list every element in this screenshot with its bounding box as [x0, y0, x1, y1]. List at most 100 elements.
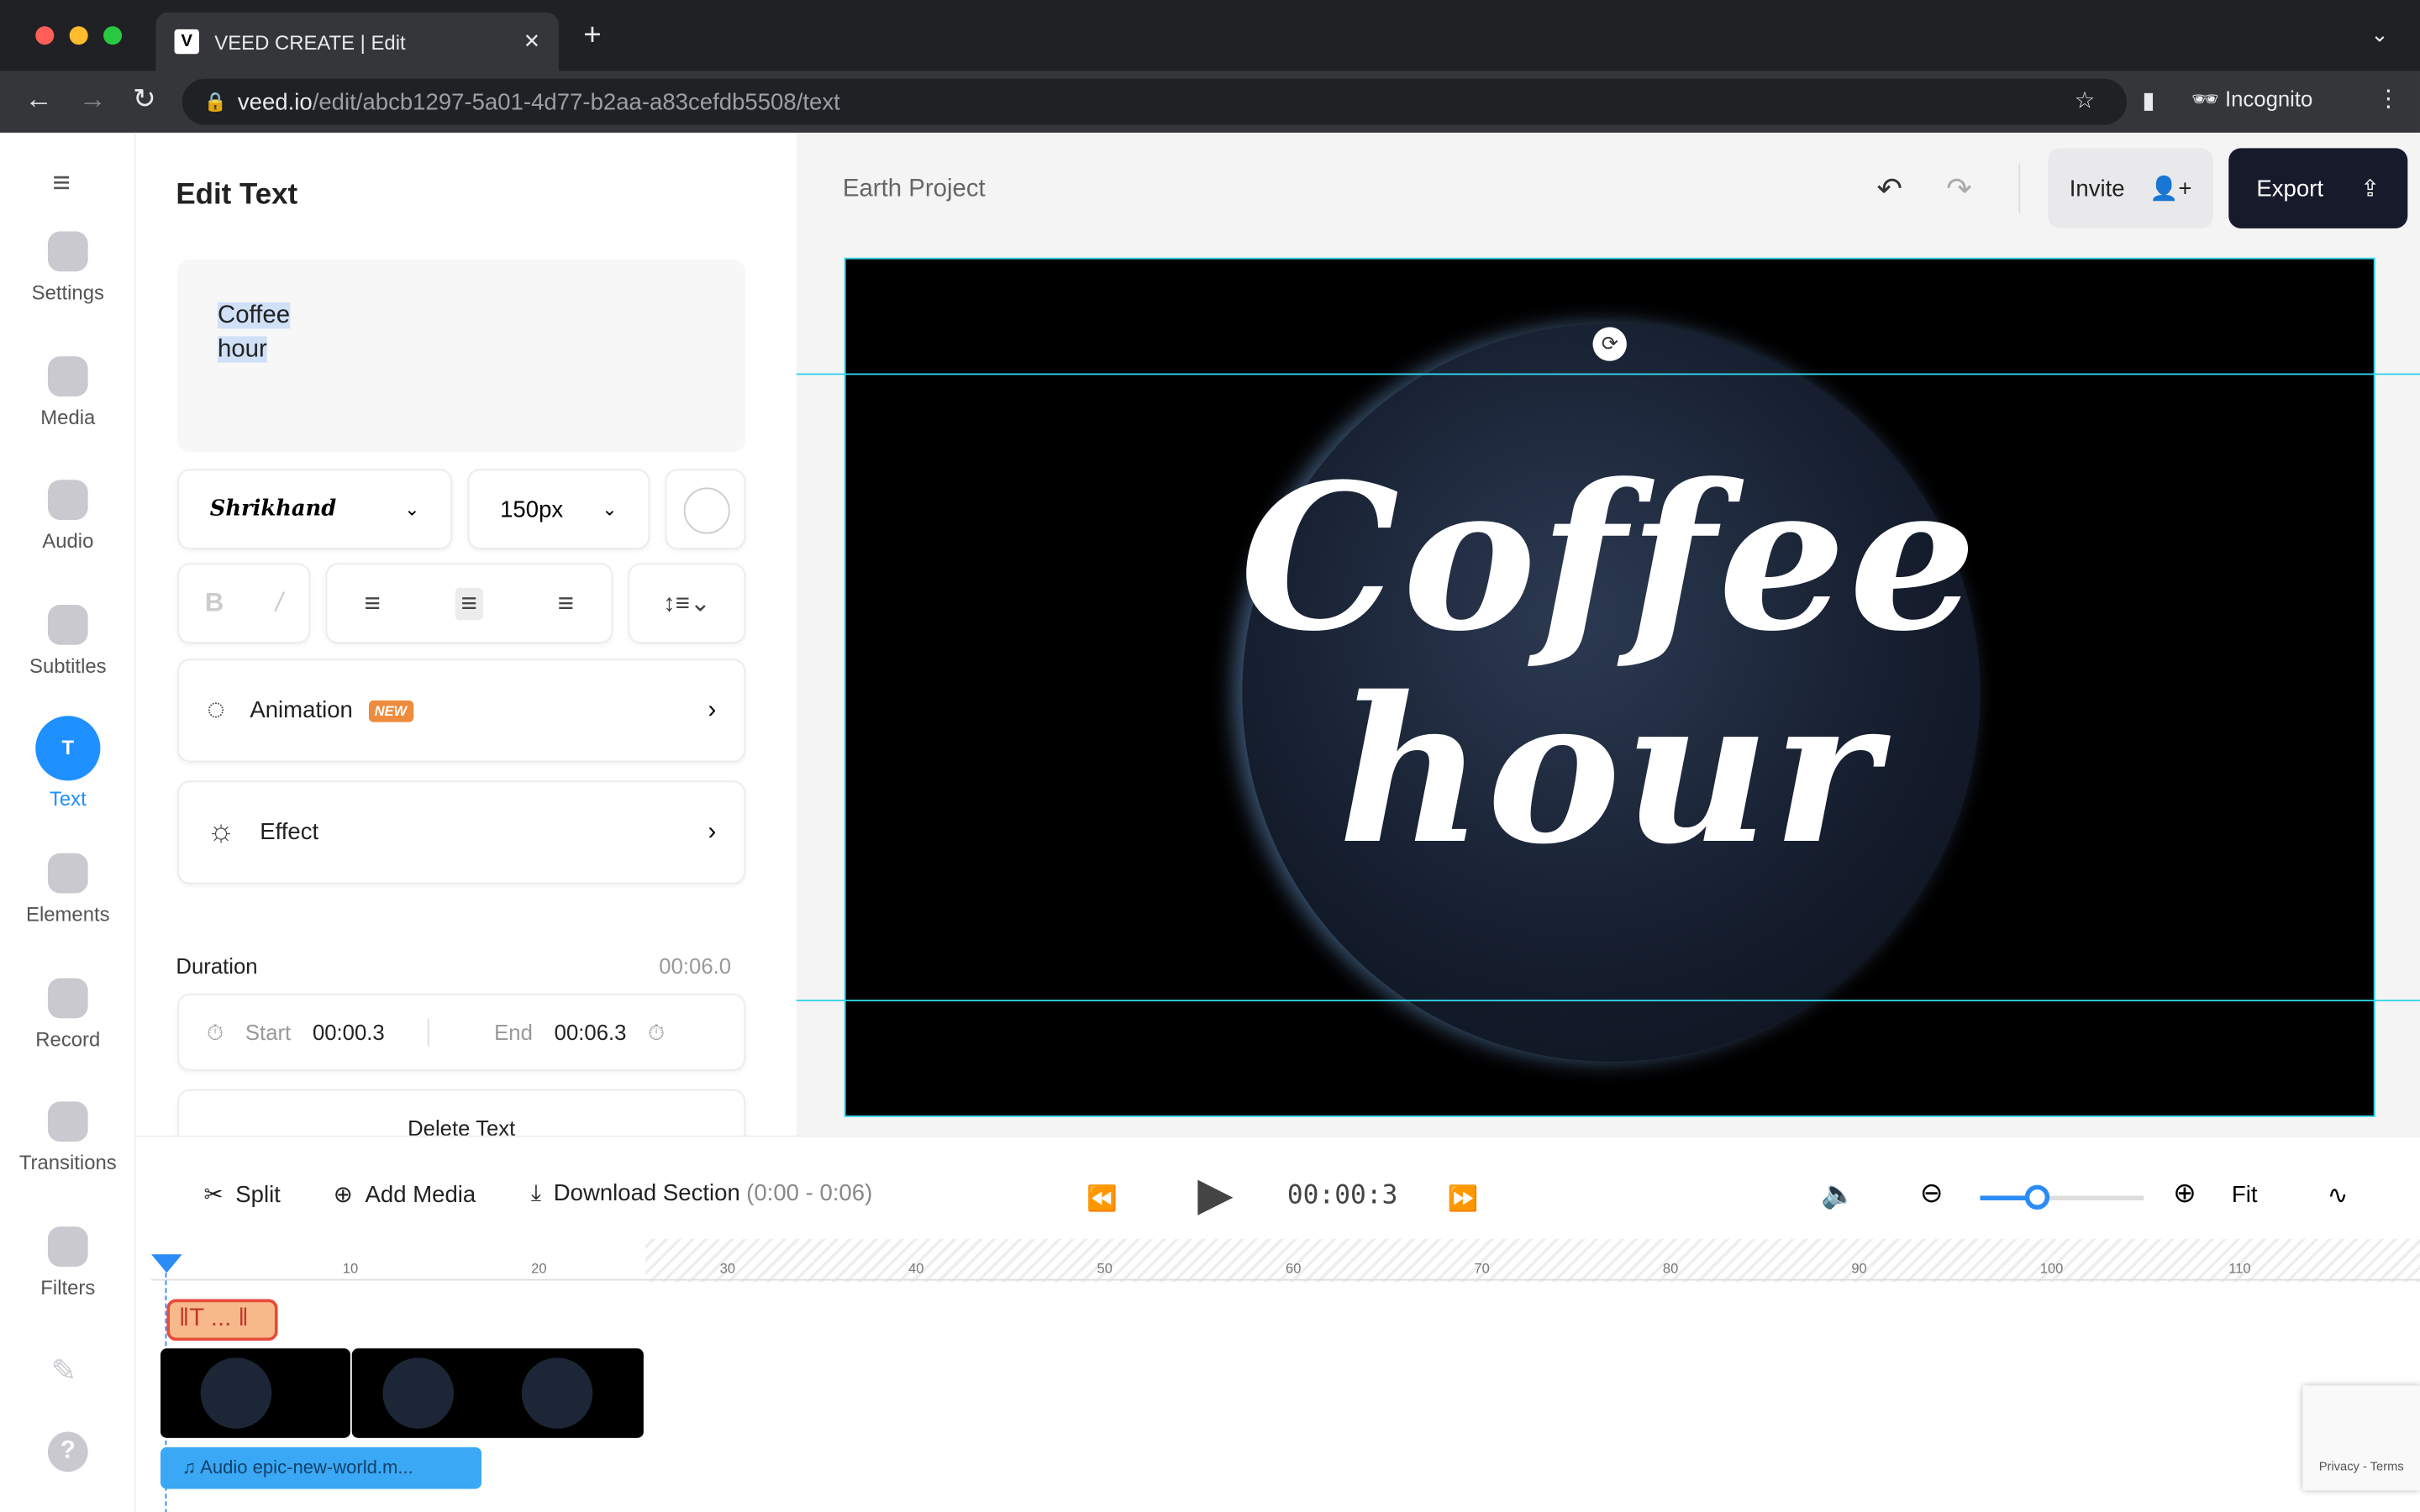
- end-time-input[interactable]: 00:06.3: [555, 1020, 627, 1044]
- close-tab-icon[interactable]: ✕: [523, 29, 540, 54]
- audio-clip[interactable]: ♫ Audio epic-new-world.m...: [160, 1446, 482, 1489]
- split-button[interactable]: ✂ Split: [203, 1180, 280, 1208]
- sidebar-item-label: Elements: [26, 902, 110, 927]
- zoom-out-icon[interactable]: ⊖: [1920, 1177, 1944, 1210]
- video-clip[interactable]: [160, 1348, 350, 1438]
- plus-icon: [47, 355, 88, 396]
- help-icon[interactable]: ?: [47, 1431, 88, 1473]
- sun-effect-icon: ☼: [207, 814, 235, 849]
- sidebar-item-transitions[interactable]: Transitions: [0, 1101, 136, 1174]
- duration-value: 00:06.0: [659, 953, 732, 979]
- panel-title: Edit Text: [176, 179, 298, 212]
- sidebar-item-label: Record: [35, 1026, 101, 1051]
- align-center-icon[interactable]: ≡: [455, 586, 484, 620]
- address-bar[interactable]: 🔒 veed.io/edit/abcb1297-5a01-4d77-b2aa-a8…: [182, 78, 2128, 125]
- pencil-icon[interactable]: ✎: [51, 1352, 77, 1390]
- browser-menu-icon[interactable]: ⋮: [2377, 85, 2401, 113]
- align-right-icon[interactable]: ≡: [558, 587, 574, 620]
- waveform-icon[interactable]: ∿: [2328, 1180, 2349, 1211]
- sidebar-item-elements[interactable]: Elements: [0, 853, 136, 926]
- start-time-input[interactable]: 00:00.3: [313, 1020, 385, 1044]
- font-family-select[interactable]: Shrikhand ⌄: [177, 469, 453, 549]
- fast-forward-icon[interactable]: ⏩: [1448, 1184, 1479, 1215]
- sidebar-item-audio[interactable]: Audio: [0, 480, 136, 553]
- minimize-window-button[interactable]: [69, 26, 88, 45]
- sidebar-item-label: Subtitles: [29, 654, 107, 677]
- lock-icon: 🔒: [203, 91, 227, 113]
- browser-tab-bar: V VEED CREATE | Edit ✕ + ⌄: [0, 0, 2420, 71]
- video-preview[interactable]: Coffee hour ⟳: [844, 257, 2375, 1117]
- hamburger-menu-icon[interactable]: ≡: [52, 166, 70, 202]
- side-panel-icon[interactable]: ▮: [2142, 87, 2154, 114]
- line-height-select[interactable]: ↕≡⌄: [628, 563, 746, 643]
- volume-icon[interactable]: 🔈: [1821, 1179, 1855, 1211]
- ruler-tick-label: 90: [1851, 1260, 1867, 1276]
- url-path: /edit/abcb1297-5a01-4d77-b2aa-a83cefdb55…: [312, 88, 840, 115]
- ruler-tick-label: 60: [1285, 1260, 1302, 1276]
- tab-title: VEED CREATE | Edit: [214, 29, 406, 54]
- browser-tab[interactable]: V VEED CREATE | Edit ✕: [155, 12, 559, 71]
- invite-button[interactable]: Invite 👤+: [2048, 148, 2213, 228]
- download-icon: ⤓: [530, 1180, 542, 1207]
- sidebar: ≡ Settings Media Audio Subtitles T Text Elemen…: [0, 132, 136, 1512]
- edit-text-panel: Edit Text Coffee hour Shrikhand ⌄ 150px ⌄ B…: [135, 132, 797, 1152]
- bold-button[interactable]: B: [205, 588, 224, 619]
- font-size-select[interactable]: 150px ⌄: [467, 469, 650, 549]
- sidebar-item-record[interactable]: Record: [0, 977, 136, 1051]
- sidebar-item-subtitles[interactable]: Subtitles: [0, 604, 136, 677]
- align-left-icon[interactable]: ≡: [365, 587, 381, 620]
- add-media-button[interactable]: ⊕ Add Media: [334, 1180, 476, 1208]
- zoom-slider-handle[interactable]: [2024, 1184, 2050, 1210]
- text-icon: T: [35, 716, 101, 782]
- undo-icon[interactable]: ↶: [1876, 170, 1902, 208]
- scissors-icon: ✂: [203, 1181, 224, 1209]
- sidebar-item-label: Media: [40, 405, 96, 428]
- caption-text[interactable]: Coffee hour: [846, 451, 2374, 878]
- alignment-group: ≡ ≡ ≡: [325, 563, 613, 643]
- subtitles-icon: [47, 604, 88, 645]
- ruler[interactable]: [150, 1278, 2420, 1281]
- color-swatch: [683, 487, 730, 534]
- fit-button[interactable]: Fit: [2232, 1182, 2258, 1208]
- sidebar-item-label: Filters: [40, 1275, 96, 1299]
- zoom-slider[interactable]: [1980, 1184, 2144, 1210]
- export-button[interactable]: Export ⇪: [2228, 148, 2408, 228]
- maximize-window-button[interactable]: [103, 26, 123, 45]
- incognito-profile[interactable]: 🕶 Incognito: [2191, 87, 2312, 113]
- sidebar-item-filters[interactable]: Filters: [0, 1226, 136, 1299]
- plus-circle-icon: ⊕: [333, 1181, 353, 1209]
- download-section-button[interactable]: ⤓ Download Section (0:00 - 0:06): [531, 1180, 872, 1206]
- rotate-handle-icon[interactable]: ⟳: [1592, 327, 1627, 361]
- animation-row[interactable]: ◌ Animation NEW ›: [177, 659, 746, 763]
- bookmark-star-icon[interactable]: ☆: [2075, 87, 2096, 114]
- playhead[interactable]: [150, 1254, 182, 1273]
- text-clip[interactable]: ‖T ... ‖: [166, 1299, 278, 1341]
- new-tab-button[interactable]: +: [583, 18, 601, 54]
- chevron-down-icon: ⌄: [602, 498, 618, 520]
- tab-list-chevron-icon[interactable]: ⌄: [2370, 22, 2389, 48]
- ruler-tick-label: 70: [1474, 1260, 1490, 1276]
- project-name[interactable]: Earth Project: [843, 176, 986, 203]
- play-button[interactable]: ▶: [1197, 1168, 1233, 1221]
- close-window-button[interactable]: [35, 26, 55, 45]
- text-color-picker[interactable]: [665, 469, 746, 549]
- elements-icon: [47, 853, 88, 894]
- sidebar-item-media[interactable]: Media: [0, 355, 136, 428]
- sidebar-item-text[interactable]: T Text: [0, 716, 136, 811]
- redo-icon[interactable]: ↷: [1946, 170, 1972, 208]
- video-clip[interactable]: [351, 1348, 644, 1438]
- back-button[interactable]: ←: [24, 83, 52, 116]
- zoom-in-icon[interactable]: ⊕: [2173, 1177, 2196, 1210]
- effect-row[interactable]: ☼ Effect ›: [177, 780, 746, 885]
- add-user-icon: 👤+: [2149, 176, 2192, 202]
- sidebar-item-settings[interactable]: Settings: [0, 231, 136, 304]
- upload-icon: ⇪: [2360, 176, 2381, 202]
- forward-button[interactable]: →: [79, 83, 107, 116]
- text-input-area[interactable]: Coffee hour: [177, 259, 746, 453]
- chevron-right-icon: ›: [708, 696, 717, 723]
- reload-button[interactable]: ↻: [133, 83, 156, 116]
- italic-button[interactable]: /: [276, 588, 283, 619]
- chevron-down-icon: ⌄: [404, 498, 420, 520]
- recaptcha-badge[interactable]: Privacy - Terms: [2302, 1385, 2420, 1491]
- rewind-icon[interactable]: ⏪: [1086, 1184, 1118, 1215]
